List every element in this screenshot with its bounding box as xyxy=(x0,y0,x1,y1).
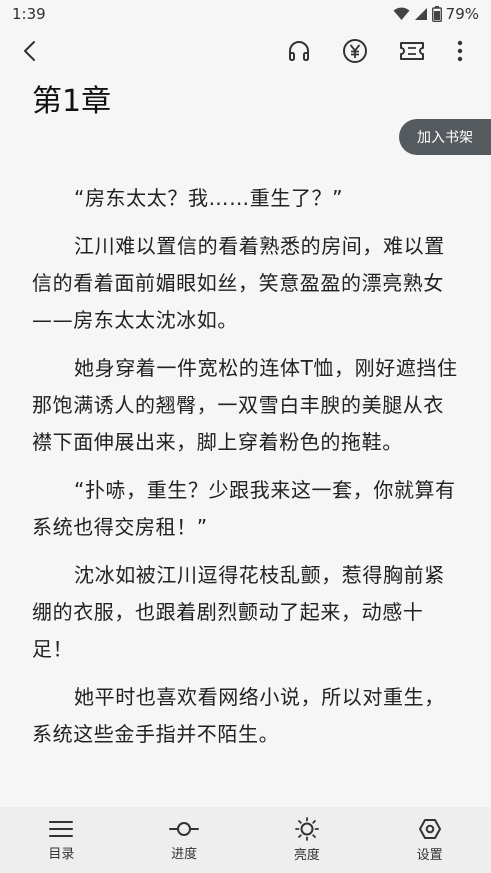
yen-circle-icon xyxy=(343,39,367,63)
battery-icon xyxy=(431,6,442,22)
settings-icon xyxy=(418,819,441,839)
status-bar: 1:39 79% xyxy=(0,0,491,28)
catalog-label: 目录 xyxy=(48,847,75,862)
menu-icon xyxy=(49,821,74,837)
more-vertical-icon xyxy=(457,40,463,62)
brightness-label: 亮度 xyxy=(293,848,320,863)
paragraph: 她平时也喜欢看网络小说，所以对重生，系统这些金手指并不陌生。 xyxy=(32,685,445,746)
chapter-content: “房东太太？我……重生了？” 江川难以置信的看着熟悉的房间，难以置信的看着面前媚… xyxy=(32,180,464,764)
progress-icon xyxy=(169,822,200,836)
arrow-left-icon xyxy=(24,41,35,61)
wifi-icon xyxy=(393,7,410,20)
more-button[interactable] xyxy=(442,33,478,69)
add-to-bookshelf-button[interactable]: 加入书架 xyxy=(399,119,491,155)
signal-icon xyxy=(414,8,427,20)
headphones-icon xyxy=(289,41,309,61)
brightness-button[interactable]: 亮度 xyxy=(262,817,352,863)
settings-button[interactable]: 设置 xyxy=(385,817,475,863)
catalog-button[interactable]: 目录 xyxy=(16,818,106,862)
bottom-toolbar: 目录 进度 亮度 设置 xyxy=(0,807,491,873)
chapter-title: 第1章 xyxy=(32,84,112,119)
listen-button[interactable] xyxy=(281,33,317,69)
reader-toolbar xyxy=(0,28,491,74)
back-button[interactable] xyxy=(12,33,48,69)
paragraph: “房东太太？我……重生了？” xyxy=(74,186,344,210)
battery-level: 79% xyxy=(445,5,479,23)
progress-label: 进度 xyxy=(171,847,198,862)
brightness-icon xyxy=(294,817,319,841)
paragraph: 沈冰如被江川逗得花枝乱颤，惹得胸前紧绷的衣服，也跟着剧烈颤动了起来，动感十足！ xyxy=(32,563,445,661)
ticket-icon xyxy=(400,42,424,60)
settings-label: 设置 xyxy=(416,848,443,863)
reward-button[interactable] xyxy=(337,33,373,69)
paragraph: 江川难以置信的看着熟悉的房间，难以置信的看着面前媚眼如丝，笑意盈盈的漂亮熟女——… xyxy=(32,234,445,332)
paragraph: 她身穿着一件宽松的连体T恤，刚好遮挡住那饱满诱人的翘臀，一双雪白丰腴的美腿从衣襟… xyxy=(32,356,458,454)
progress-button[interactable]: 进度 xyxy=(139,818,229,862)
status-icons: 79% xyxy=(393,5,479,23)
ticket-button[interactable] xyxy=(394,33,430,69)
paragraph: “扑哧，重生？少跟我来这一套，你就算有系统也得交房租！” xyxy=(32,478,456,539)
status-time: 1:39 xyxy=(12,5,46,23)
